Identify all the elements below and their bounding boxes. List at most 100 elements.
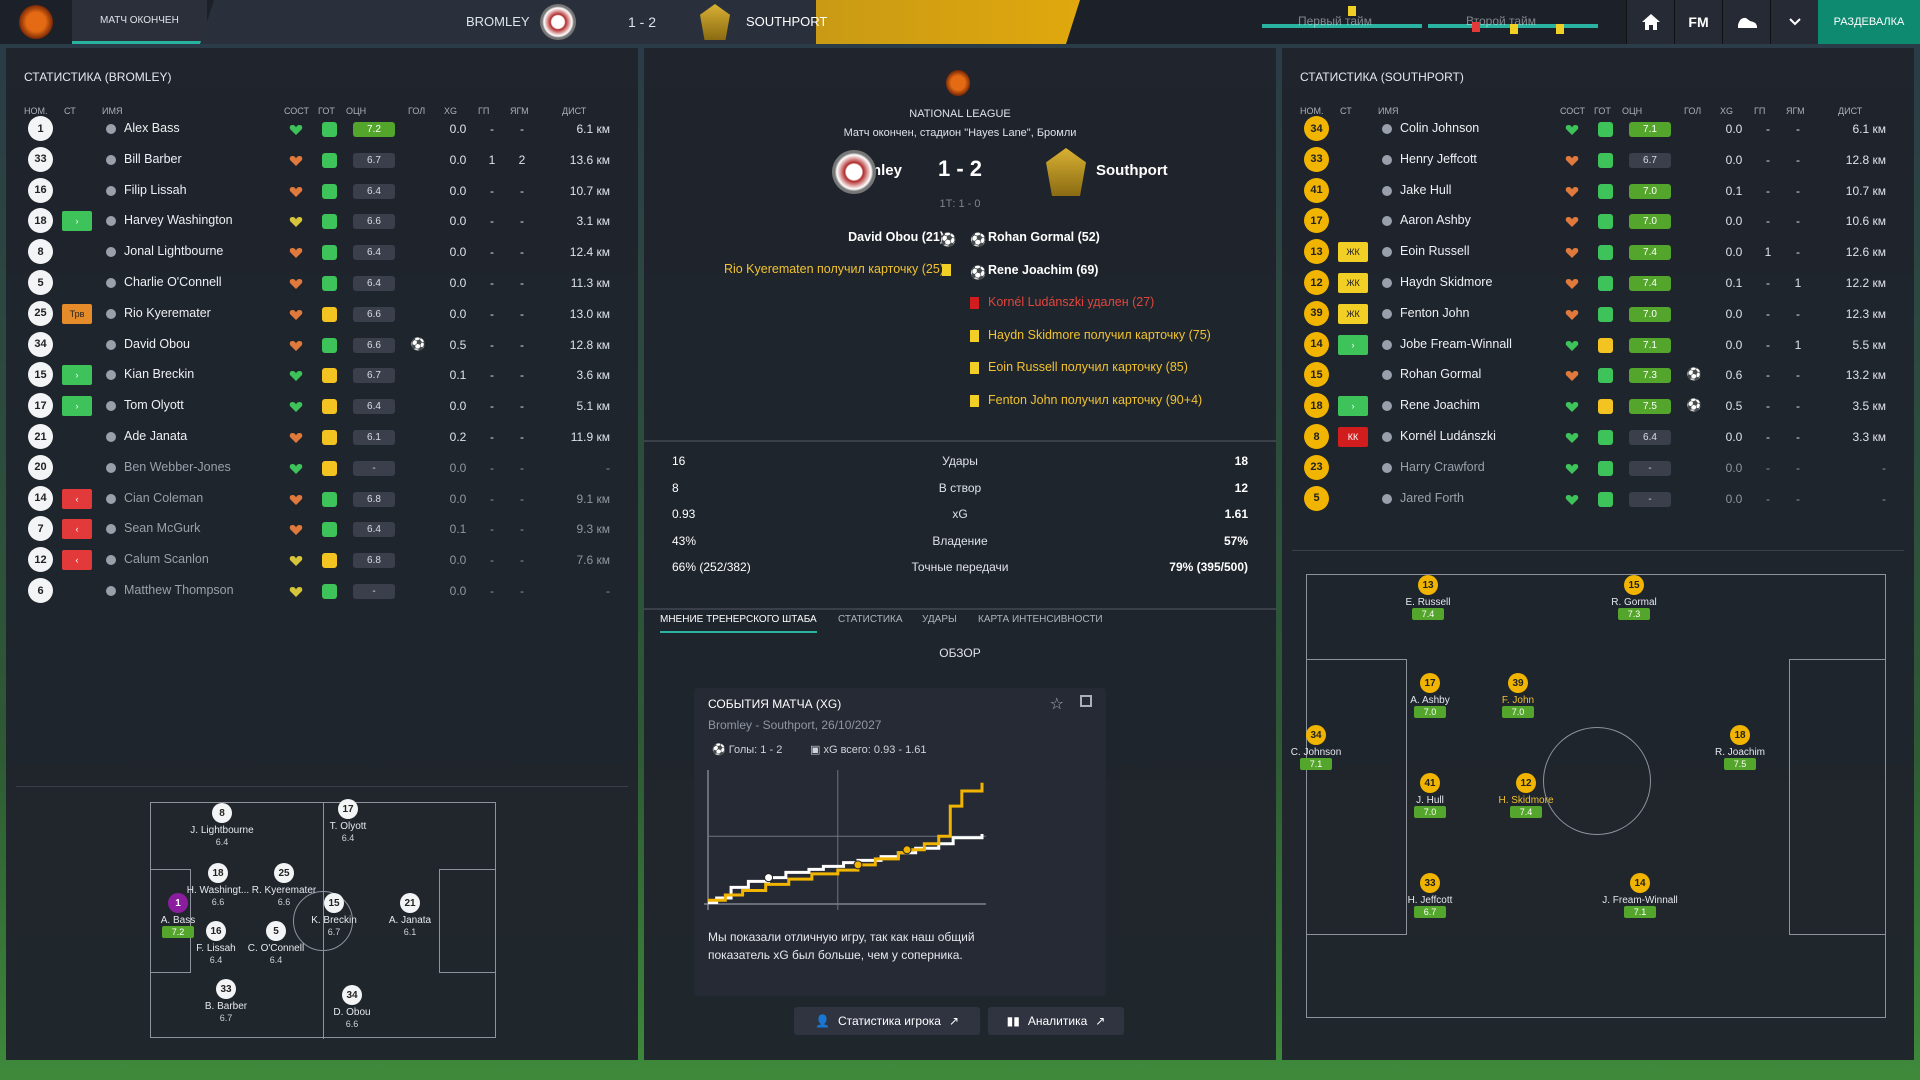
tab-shots[interactable]: УДАРЫ bbox=[922, 614, 957, 631]
pitch-player[interactable]: 41 J. Hull 7.0 bbox=[1385, 773, 1475, 818]
player-name[interactable]: Harvey Washington bbox=[124, 213, 233, 227]
player-stats-button[interactable]: 👤 Статистика игрока ↗ bbox=[794, 1007, 980, 1035]
player-name[interactable]: Filip Lissah bbox=[124, 183, 187, 197]
player-name[interactable]: Eoin Russell bbox=[1400, 244, 1469, 258]
player-name[interactable]: Cian Coleman bbox=[124, 491, 203, 505]
analytics-button[interactable]: ▮▮ Аналитика ↗ bbox=[988, 1007, 1124, 1035]
player-name[interactable]: Jonal Lightbourne bbox=[124, 244, 223, 258]
table-row[interactable]: 18 › Rene Joachim 7.5 ⚽ 0.5 - - 3.5 км bbox=[1282, 391, 1914, 421]
player-name[interactable]: Rohan Gormal bbox=[1400, 367, 1481, 381]
table-row[interactable]: 41 Jake Hull 7.0 0.1 - - 10.7 км bbox=[1282, 176, 1914, 206]
table-row[interactable]: 7 ‹ Sean McGurk 6.4 0.1 - - 9.3 км bbox=[6, 514, 638, 544]
table-row[interactable]: 15 › Kian Breckin 6.7 0.1 - - 3.6 км bbox=[6, 360, 638, 390]
expand-icon[interactable] bbox=[1080, 695, 1092, 707]
pitch-player[interactable]: 13 E. Russell 7.4 bbox=[1383, 575, 1473, 620]
table-row[interactable]: 33 Henry Jeffcott 6.7 0.0 - - 12.8 км bbox=[1282, 145, 1914, 175]
table-row[interactable]: 6 Matthew Thompson - 0.0 - - - bbox=[6, 576, 638, 606]
player-name[interactable]: Sean McGurk bbox=[124, 521, 200, 535]
player-name[interactable]: Matthew Thompson bbox=[124, 583, 234, 597]
table-row[interactable]: 39 ЖК Fenton John 7.0 0.0 - - 12.3 км bbox=[1282, 299, 1914, 329]
tab-match-finished[interactable]: МАТЧ ОКОНЧЕН bbox=[72, 0, 207, 44]
player-name[interactable]: Jared Forth bbox=[1400, 491, 1464, 505]
table-row[interactable]: 18 › Harvey Washington 6.6 0.0 - - 3.1 км bbox=[6, 206, 638, 236]
tab-staff-opinion[interactable]: МНЕНИЕ ТРЕНЕРСКОГО ШТАБА bbox=[660, 614, 817, 633]
table-row[interactable]: 34 David Obou 6.6 ⚽ 0.5 - - 12.8 км bbox=[6, 330, 638, 360]
table-row[interactable]: 17 › Tom Olyott 6.4 0.0 - - 5.1 км bbox=[6, 391, 638, 421]
pitch-player[interactable]: 17 T. Olyott 6.4 bbox=[303, 799, 393, 844]
table-row[interactable]: 23 Harry Crawford - 0.0 - - - bbox=[1282, 453, 1914, 483]
pitch-player[interactable]: 34 C. Johnson 7.1 bbox=[1271, 725, 1361, 770]
xg-cell: 0.0 bbox=[1725, 430, 1743, 444]
player-name[interactable]: Colin Johnson bbox=[1400, 121, 1479, 135]
table-row[interactable]: 5 Jared Forth - 0.0 - - - bbox=[1282, 484, 1914, 514]
tab-heat-map[interactable]: КАРТА ИНТЕНСИВНОСТИ bbox=[978, 614, 1103, 631]
table-row[interactable]: 8 Jonal Lightbourne 6.4 0.0 - - 12.4 км bbox=[6, 237, 638, 267]
distance-cell: 12.8 км bbox=[1845, 152, 1886, 167]
pitch-player[interactable]: 33 H. Jeffcott 6.7 bbox=[1385, 873, 1475, 918]
yellow-card-icon bbox=[1348, 6, 1356, 16]
player-name[interactable]: Fenton John bbox=[1400, 306, 1470, 320]
dressing-room-button[interactable]: РАЗДЕВАЛКА bbox=[1818, 0, 1920, 44]
player-name[interactable]: Jake Hull bbox=[1400, 183, 1451, 197]
pitch-player[interactable]: 18 R. Joachim 7.5 bbox=[1695, 725, 1785, 770]
player-name[interactable]: Rio Kyeremater bbox=[124, 306, 211, 320]
player-name[interactable]: Jobe Fream-Winnall bbox=[1400, 337, 1512, 351]
chevron-down-icon[interactable] bbox=[1770, 0, 1818, 44]
player-name[interactable]: Calum Scanlon bbox=[124, 552, 209, 566]
table-row[interactable]: 17 Aaron Ashby 7.0 0.0 - - 10.6 км bbox=[1282, 206, 1914, 236]
table-row[interactable]: 8 КК Kornél Ludánszki 6.4 0.0 - - 3.3 км bbox=[1282, 422, 1914, 452]
pitch-player[interactable]: 34 D. Obou 6.6 bbox=[307, 985, 397, 1030]
pitch-player[interactable]: 21 A. Janata 6.1 bbox=[365, 893, 455, 938]
player-name[interactable]: Rene Joachim bbox=[1400, 398, 1480, 412]
pitch-player-name: E. Russell bbox=[1405, 597, 1451, 608]
table-row[interactable]: 12 ‹ Calum Scanlon 6.8 0.0 - - 7.6 км bbox=[6, 545, 638, 575]
player-name[interactable]: Bill Barber bbox=[124, 152, 182, 166]
pitch-player[interactable]: 17 A. Ashby 7.0 bbox=[1385, 673, 1475, 718]
player-name[interactable]: Aaron Ashby bbox=[1400, 213, 1471, 227]
table-row[interactable]: 20 Ben Webber-Jones - 0.0 - - - bbox=[6, 453, 638, 483]
player-name[interactable]: Alex Bass bbox=[124, 121, 180, 135]
fm-menu-button[interactable]: FM bbox=[1674, 0, 1722, 44]
pitch-player[interactable]: 39 F. John 7.0 bbox=[1473, 673, 1563, 718]
readiness-icon bbox=[322, 522, 337, 538]
player-name[interactable]: Harry Crawford bbox=[1400, 460, 1485, 474]
player-name[interactable]: Kian Breckin bbox=[124, 367, 194, 381]
player-name[interactable]: Ben Webber-Jones bbox=[124, 460, 231, 474]
rating-badge: 7.4 bbox=[1629, 276, 1671, 291]
table-row[interactable]: 33 Bill Barber 6.7 0.0 1 2 13.6 км bbox=[6, 145, 638, 175]
table-row[interactable]: 15 Rohan Gormal 7.3 ⚽ 0.6 - - 13.2 км bbox=[1282, 360, 1914, 390]
bromley-crest-icon bbox=[540, 4, 576, 40]
tab-statistics[interactable]: СТАТИСТИКА bbox=[838, 614, 903, 631]
home-icon[interactable] bbox=[1626, 0, 1674, 44]
xg-cell: 0.0 bbox=[449, 553, 467, 568]
player-name[interactable]: David Obou bbox=[124, 337, 190, 351]
table-row[interactable]: 21 Ade Janata 6.1 0.2 - - 11.9 км bbox=[6, 422, 638, 452]
match-timeline[interactable]: Первый тайм Второй тайм bbox=[1252, 0, 1602, 44]
table-row[interactable]: 13 ЖК Eoin Russell 7.4 0.0 1 - 12.6 км bbox=[1282, 237, 1914, 267]
pitch-player[interactable]: 14 J. Fream-Winnall 7.1 bbox=[1595, 873, 1685, 918]
table-row[interactable]: 14 ‹ Cian Coleman 6.8 0.0 - - 9.1 км bbox=[6, 484, 638, 514]
assists-cell: - bbox=[1766, 152, 1770, 167]
player-name[interactable]: Charlie O'Connell bbox=[124, 275, 222, 289]
player-name[interactable]: Kornél Ludánszki bbox=[1400, 429, 1496, 443]
table-row[interactable]: 34 Colin Johnson 7.1 0.0 - - 6.1 км bbox=[1282, 114, 1914, 144]
table-row[interactable]: 12 ЖК Haydn Skidmore 7.4 0.1 - 1 12.2 км bbox=[1282, 268, 1914, 298]
table-row[interactable]: 14 › Jobe Fream-Winnall 7.1 0.0 - 1 5.5 км bbox=[1282, 330, 1914, 360]
player-name[interactable]: Henry Jeffcott bbox=[1400, 152, 1477, 166]
pitch-player[interactable]: 8 J. Lightbourne 6.4 bbox=[177, 803, 267, 848]
continue-shoe-icon[interactable] bbox=[1722, 0, 1770, 44]
pitch-player[interactable]: 15 R. Gormal 7.3 bbox=[1589, 575, 1679, 620]
table-row[interactable]: 1 Alex Bass 7.2 0.0 - - 6.1 км bbox=[6, 114, 638, 144]
player-name[interactable]: Ade Janata bbox=[124, 429, 187, 443]
jersey-number: 13 bbox=[1304, 239, 1329, 265]
player-name[interactable]: Tom Olyott bbox=[124, 398, 184, 412]
game-logo[interactable] bbox=[0, 0, 72, 44]
table-row[interactable]: 5 Charlie O'Connell 6.4 0.0 - - 11.3 км bbox=[6, 268, 638, 298]
pitch-player[interactable]: 33 B. Barber 6.7 bbox=[181, 979, 271, 1024]
table-row[interactable]: 25 Трв Rio Kyeremater 6.6 0.0 - - 13.0 км bbox=[6, 299, 638, 329]
pitch-player[interactable]: 12 H. Skidmore 7.4 bbox=[1481, 773, 1571, 818]
star-icon[interactable]: ☆ bbox=[1050, 694, 1064, 714]
table-row[interactable]: 16 Filip Lissah 6.4 0.0 - - 10.7 км bbox=[6, 176, 638, 206]
xg-chart[interactable] bbox=[704, 770, 986, 910]
player-name[interactable]: Haydn Skidmore bbox=[1400, 275, 1492, 289]
